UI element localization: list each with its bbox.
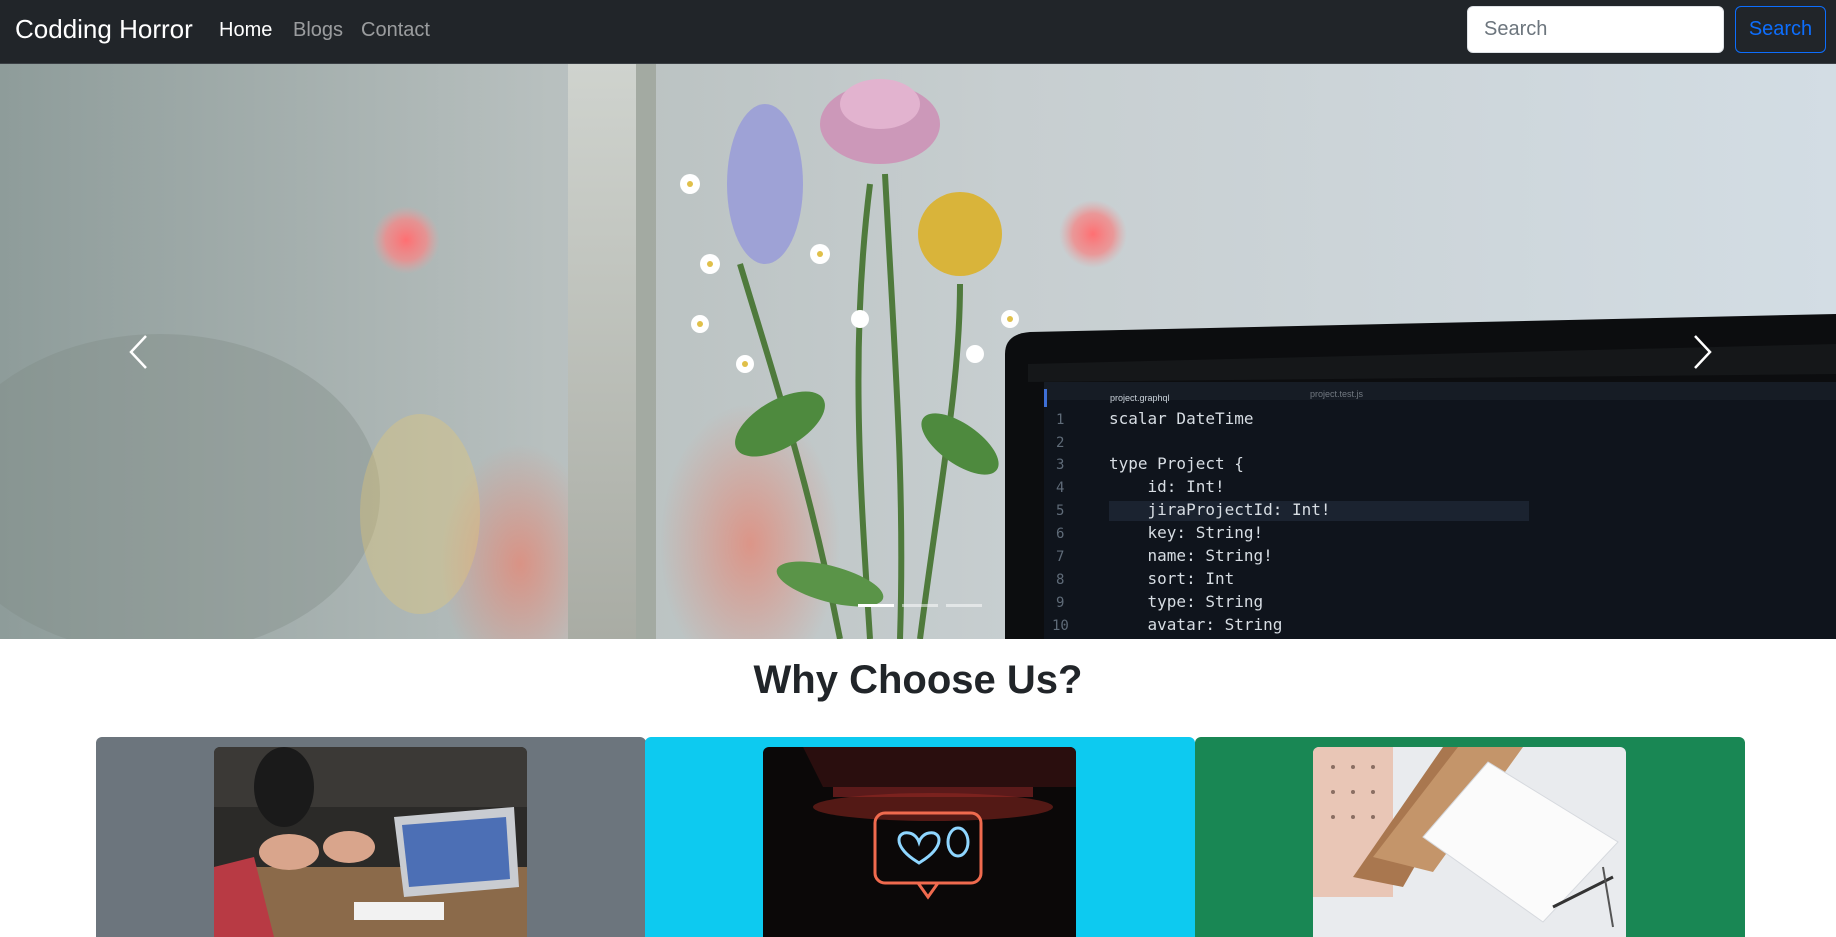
navbar: Codding Horror Home Blogs Contact Search xyxy=(0,0,1836,64)
line-number: 5 xyxy=(1056,503,1064,519)
code-line: type: String xyxy=(1109,592,1263,611)
line-number: 4 xyxy=(1056,480,1064,496)
carousel-next-button[interactable] xyxy=(1603,64,1803,639)
team-meeting-image xyxy=(214,747,527,937)
carousel-indicator-1[interactable] xyxy=(858,604,894,607)
carousel-prev-button[interactable] xyxy=(38,64,238,639)
line-number: 2 xyxy=(1056,435,1064,451)
line-number: 8 xyxy=(1056,572,1064,588)
nav-link-contact[interactable]: Contact xyxy=(361,19,430,42)
notebooks-image xyxy=(1313,747,1626,937)
line-number: 9 xyxy=(1056,595,1064,611)
code-line: type Project { xyxy=(1109,454,1244,473)
line-number: 3 xyxy=(1056,457,1064,473)
code-line: avatar: String xyxy=(1109,615,1282,634)
code-line: key: String! xyxy=(1109,523,1263,542)
line-number: 7 xyxy=(1056,549,1064,565)
feature-card-1 xyxy=(96,737,646,937)
nav-link-blogs[interactable]: Blogs xyxy=(293,19,343,42)
search-button[interactable]: Search xyxy=(1735,6,1826,53)
code-line: sort: Int xyxy=(1109,569,1234,588)
line-number: 1 xyxy=(1056,412,1064,428)
carousel-indicator-3[interactable] xyxy=(946,604,982,607)
carousel-indicators xyxy=(858,604,982,607)
section-title: Why Choose Us? xyxy=(753,658,1083,702)
line-number: 10 xyxy=(1052,618,1069,634)
carousel-slide-image: project.graphql project.test.js 1 2 3 4 … xyxy=(0,64,1836,639)
chevron-left-icon xyxy=(129,334,147,369)
code-line: name: String! xyxy=(1109,546,1273,565)
feature-card-3 xyxy=(1195,737,1745,937)
hero-carousel: project.graphql project.test.js 1 2 3 4 … xyxy=(0,64,1836,639)
search-input[interactable] xyxy=(1467,6,1724,53)
code-line: jiraProjectId: Int! xyxy=(1109,500,1331,519)
code-line: id: Int! xyxy=(1109,477,1225,496)
carousel-indicator-2[interactable] xyxy=(902,604,938,607)
code-line: scalar DateTime xyxy=(1109,409,1254,428)
chevron-right-icon xyxy=(1694,334,1712,369)
brand-link[interactable]: Codding Horror xyxy=(15,14,193,45)
line-number: 6 xyxy=(1056,526,1064,542)
editor-tab-1: project.graphql xyxy=(1110,393,1170,403)
neon-heart-sign-image xyxy=(763,747,1076,937)
feature-card-2 xyxy=(645,737,1195,937)
nav-link-home[interactable]: Home xyxy=(219,19,272,42)
editor-tab-2: project.test.js xyxy=(1310,389,1364,399)
